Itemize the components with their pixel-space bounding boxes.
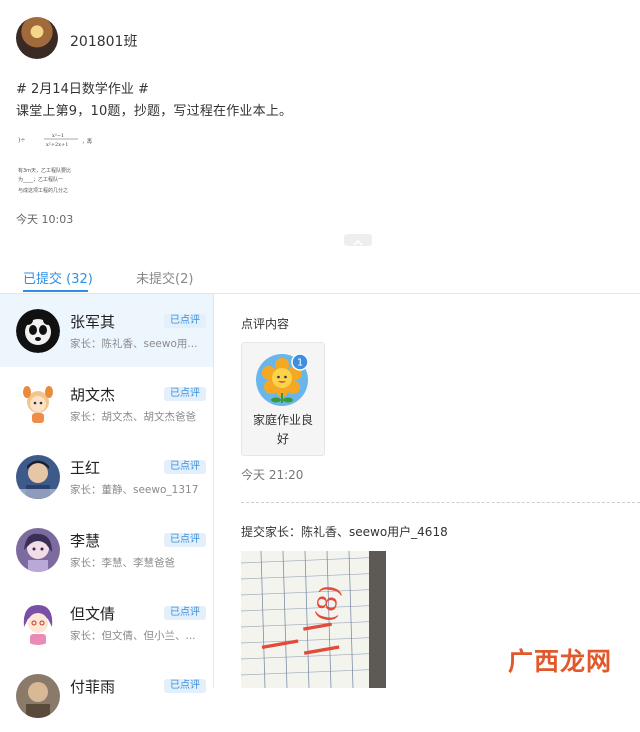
student-item[interactable]: 王红 已点评 家长：董静、seewo_1317 — [0, 440, 213, 513]
status-badge: 已点评 — [164, 387, 206, 401]
status-badge: 已点评 — [164, 606, 206, 620]
student-name: 王红 — [70, 459, 101, 477]
student-item[interactable]: 李慧 已点评 家长：李慧、李慧爸爸 — [0, 513, 213, 586]
tab-submitted[interactable]: 已提交 (32) — [23, 268, 93, 287]
purple-girl-avatar-icon — [16, 601, 60, 645]
thumb-line-2: 为____；乙工程队一 — [18, 176, 63, 183]
thumb-line-3: 与成这项工程的几分之 — [18, 187, 68, 194]
class-avatar[interactable] — [16, 17, 58, 59]
status-badge: 已点评 — [164, 533, 206, 547]
sunflower-medal-icon: 1 — [256, 353, 309, 406]
tab-active-indicator — [23, 290, 88, 292]
status-badge: 已点评 — [164, 314, 206, 328]
student-name: 付菲雨 — [70, 678, 116, 696]
student-parents: 家长：陈礼香、seewo用... — [70, 338, 198, 350]
status-badge: 已点评 — [164, 460, 206, 474]
student-parents: 家长：胡文杰、胡文杰爸爸 — [70, 411, 196, 423]
tab-unsubmitted[interactable]: 未提交(2) — [136, 268, 193, 287]
homework-tag[interactable]: # 2月14日数学作业 # — [16, 78, 149, 97]
review-time: 今天 21:20 — [241, 468, 304, 482]
photo-avatar-icon — [16, 674, 60, 718]
collapse-button[interactable] — [344, 234, 372, 246]
medal-count: 1 — [297, 358, 303, 369]
student-item[interactable]: 胡文杰 已点评 家长：胡文杰、胡文杰爸爸 — [0, 367, 213, 440]
post-time: 今天 10:03 — [16, 213, 74, 226]
homework-photo[interactable]: 一二 (8) — [241, 551, 386, 688]
photo-mark-right: (8) — [310, 583, 346, 624]
student-item[interactable]: 张军其 已点评 家长：陈礼香、seewo用... — [0, 294, 213, 367]
student-item[interactable]: 但文倩 已点评 家长：但文倩、但小兰、... — [0, 586, 213, 659]
svg-text:x²−1: x²−1 — [52, 133, 64, 139]
student-name: 但文倩 — [70, 605, 116, 623]
status-badge: 已点评 — [164, 679, 206, 693]
anime-avatar-icon — [16, 528, 60, 572]
review-medal-card[interactable]: 1 家庭作业良好 — [241, 342, 325, 456]
student-parents: 家长：但文倩、但小兰、... — [70, 630, 196, 642]
dashed-divider — [241, 502, 640, 503]
deer-girl-avatar-icon — [16, 382, 60, 426]
homework-body: 课堂上第9，10题，抄题，写过程在作业本上。 — [16, 104, 293, 119]
review-label: 点评内容 — [241, 317, 290, 331]
student-parents: 家长：李慧、李慧爸爸 — [70, 557, 175, 569]
svg-text:，再: ，再 — [82, 139, 92, 145]
student-parents: 家长：董静、seewo_1317 — [70, 484, 199, 496]
student-name: 胡文杰 — [70, 386, 116, 404]
thumb-line-1: 有3m天，乙工程队要比 — [18, 167, 71, 174]
homework-thumbnail[interactable]: )÷ x²−1 x²+2x+1 ，再 有3m天，乙工程队要比 为____；乙工程… — [16, 128, 96, 198]
submit-parents: 提交家长：陈礼香、seewo用户_4618 — [241, 525, 448, 539]
svg-text:x²+2x+1: x²+2x+1 — [46, 142, 68, 148]
chevron-up-icon — [353, 239, 363, 246]
watermark-logo: 广西龙网 — [508, 647, 613, 676]
svg-text:)÷: )÷ — [18, 137, 25, 144]
student-name: 李慧 — [70, 532, 101, 550]
class-name[interactable]: 201801班 — [70, 31, 137, 51]
student-list[interactable]: 张军其 已点评 家长：陈礼香、seewo用... 胡文杰 已点评 家长：胡文杰、… — [0, 294, 214, 718]
boy-photo-avatar-icon — [16, 455, 60, 499]
student-item[interactable]: 付菲雨 已点评 — [0, 659, 213, 732]
panda-avatar-icon — [16, 309, 60, 353]
student-name: 张军其 — [70, 313, 116, 331]
medal-text: 家庭作业良好 — [252, 413, 313, 446]
